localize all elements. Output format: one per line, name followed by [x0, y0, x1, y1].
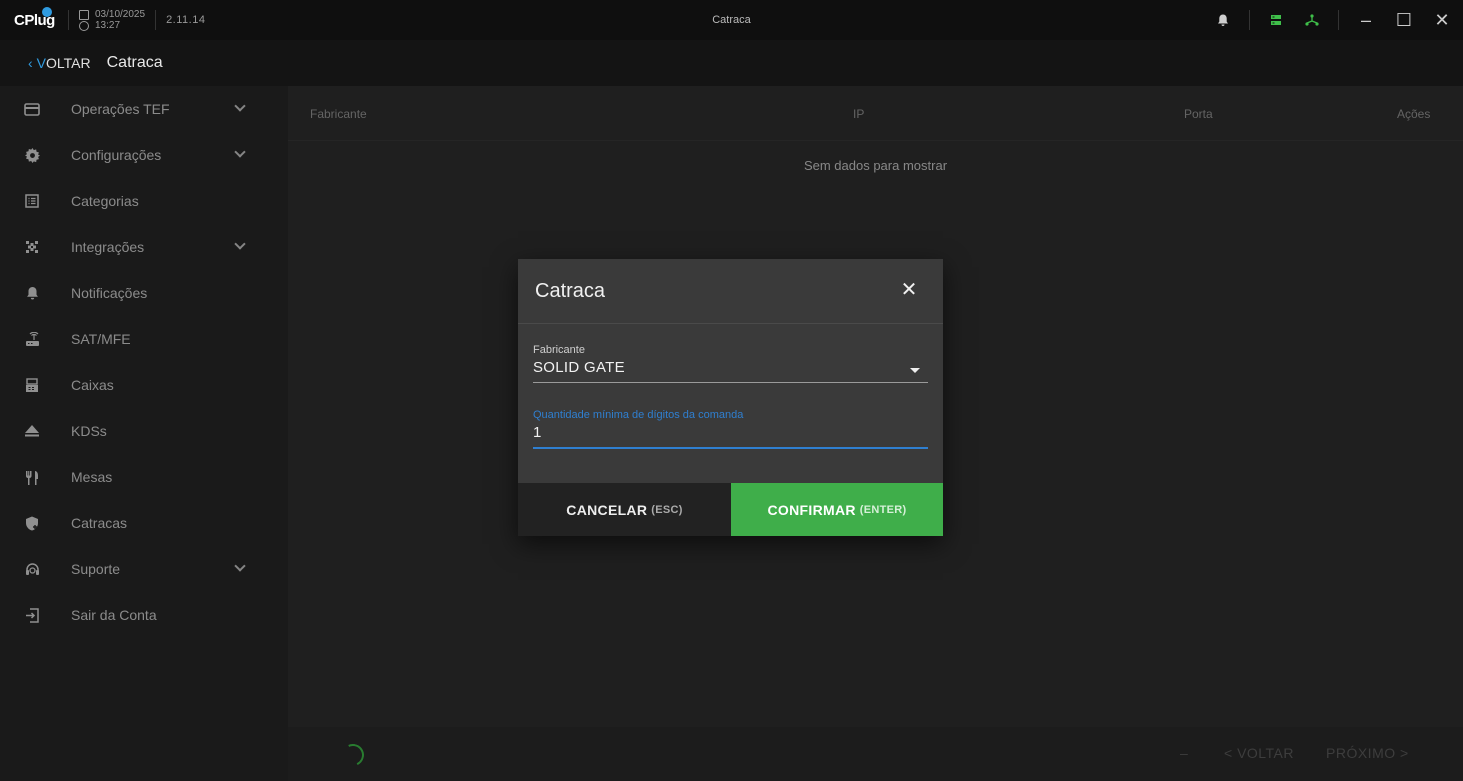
chevron-left-icon: ‹ — [28, 55, 33, 71]
calendar-icon — [79, 9, 89, 20]
fabricante-value: SOLID GATE — [533, 359, 625, 376]
minimize-button[interactable]: – — [1355, 9, 1377, 31]
divider — [1338, 10, 1339, 30]
network-icon[interactable] — [1302, 10, 1322, 30]
date-text: 03/10/2025 — [95, 9, 146, 20]
time-text: 13:27 — [95, 20, 121, 31]
close-window-button[interactable]: ✕ — [1431, 9, 1453, 31]
dialog-title: Catraca — [535, 279, 606, 302]
back-button[interactable]: ‹ VOLTAR — [28, 55, 91, 71]
bell-icon[interactable] — [1213, 10, 1233, 30]
digits-label: Quantidade mínima de dígitos da comanda — [533, 409, 744, 421]
app-logo: CPlug — [14, 7, 58, 33]
catraca-dialog: Catraca ✕ Fabricante SOLID GATE Quantida… — [518, 259, 943, 536]
maximize-button[interactable]: ☐ — [1393, 9, 1415, 31]
clock-icon — [79, 20, 89, 31]
digits-value: 1 — [533, 424, 542, 441]
confirm-button[interactable]: CONFIRMAR (ENTER) — [731, 483, 943, 536]
field-underline-focused — [533, 447, 928, 449]
divider — [155, 10, 157, 30]
divider — [1249, 10, 1250, 30]
page-title: Catraca — [106, 54, 163, 71]
logo-dot — [42, 7, 52, 17]
fabricante-label: Fabricante — [533, 344, 585, 356]
caret-down-icon — [910, 368, 920, 373]
divider — [68, 10, 69, 30]
datetime: 03/10/2025 13:27 — [79, 9, 145, 31]
close-icon[interactable]: ✕ — [899, 279, 919, 301]
digits-input[interactable]: Quantidade mínima de dígitos da comanda … — [533, 409, 928, 449]
page-header: ‹ VOLTAR Catraca — [0, 40, 1463, 86]
field-underline — [533, 382, 928, 383]
title-bar: CPlug 03/10/2025 13:27 2.11.14 Catraca –… — [0, 0, 1463, 40]
app-version: 2.11.14 — [166, 14, 206, 26]
server-icon[interactable] — [1266, 10, 1286, 30]
dialog-header: Catraca ✕ — [518, 259, 943, 324]
cancel-button[interactable]: CANCELAR (ESC) — [518, 483, 731, 536]
fabricante-select[interactable]: Fabricante SOLID GATE — [533, 344, 928, 383]
